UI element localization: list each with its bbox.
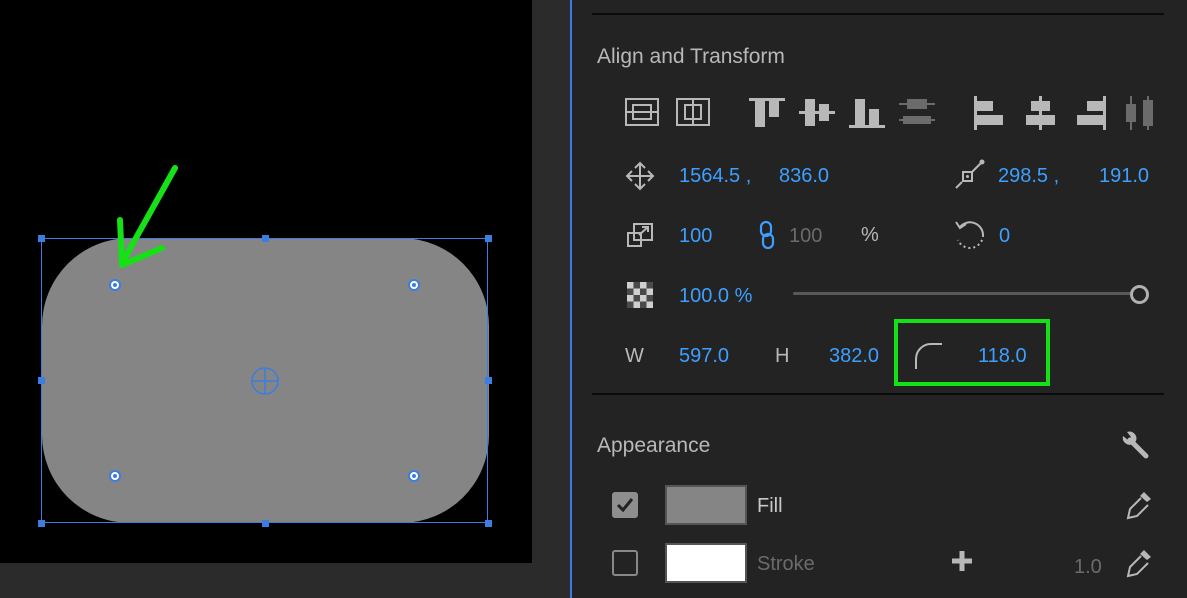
resize-handle-bottom-right[interactable] xyxy=(485,520,492,527)
resize-handle-left[interactable] xyxy=(38,377,45,384)
section-divider xyxy=(592,393,1164,395)
opacity-icon xyxy=(627,282,653,308)
align-vertical-center-icon[interactable] xyxy=(799,96,835,128)
align-transform-title: Align and Transform xyxy=(597,45,785,68)
link-icon[interactable] xyxy=(758,220,776,250)
video-canvas[interactable] xyxy=(0,0,532,563)
scale-icon xyxy=(627,223,653,247)
stroke-checkbox[interactable] xyxy=(612,550,638,576)
scale-height-value[interactable]: 100 xyxy=(789,225,822,248)
resize-handle-bottom-left[interactable] xyxy=(38,520,45,527)
opacity-slider-track[interactable] xyxy=(793,292,1135,295)
align-to-video-frame-icon[interactable] xyxy=(675,97,711,127)
scale-unit-label: % xyxy=(861,224,879,246)
resize-handle-bottom[interactable] xyxy=(262,520,269,527)
align-horizontal-center-icon[interactable] xyxy=(1022,96,1058,130)
stroke-label: Stroke xyxy=(757,553,815,575)
corner-radius-control-bottom-right[interactable] xyxy=(408,470,420,482)
rotation-value[interactable]: 0 xyxy=(999,225,1010,248)
align-top-icon[interactable] xyxy=(749,96,785,128)
width-label: W xyxy=(625,345,644,367)
essential-graphics-panel: Align and Transform 1564.5 , 836.0 298.5… xyxy=(572,0,1187,598)
height-label: H xyxy=(775,345,790,367)
move-icon xyxy=(625,161,655,191)
resize-handle-top-right[interactable] xyxy=(485,235,492,242)
resize-handle-right[interactable] xyxy=(485,377,492,384)
corner-radius-control-bottom-left[interactable] xyxy=(109,470,121,482)
position-y-value[interactable]: 836.0 xyxy=(779,165,829,188)
section-divider xyxy=(592,13,1164,15)
align-bottom-icon[interactable] xyxy=(849,96,885,128)
align-to-selection-icon[interactable] xyxy=(624,97,660,127)
opacity-slider-thumb[interactable] xyxy=(1130,285,1149,304)
opacity-value[interactable]: 100.0 % xyxy=(679,285,752,308)
distribute-horizontal-icon[interactable] xyxy=(1122,96,1158,130)
align-right-icon[interactable] xyxy=(1072,96,1108,130)
anchor-y-value[interactable]: 191.0 xyxy=(1099,165,1149,188)
program-monitor xyxy=(0,0,570,598)
fill-label: Fill xyxy=(757,495,783,517)
corner-radius-icon xyxy=(915,343,942,369)
wrench-icon[interactable] xyxy=(1120,430,1150,460)
stroke-color-swatch[interactable] xyxy=(665,543,747,583)
eyedropper-icon[interactable] xyxy=(1124,489,1154,523)
corner-radius-control-top-right[interactable] xyxy=(408,279,420,291)
appearance-title: Appearance xyxy=(597,434,711,457)
fill-color-swatch[interactable] xyxy=(665,485,747,525)
corner-radius-control-top-left[interactable] xyxy=(109,279,121,291)
width-value[interactable]: 597.0 xyxy=(679,345,729,368)
corner-radius-value[interactable]: 118.0 xyxy=(978,345,1027,368)
stroke-width-value[interactable]: 1.0 xyxy=(1074,556,1102,579)
fill-checkbox[interactable] xyxy=(612,492,638,518)
scale-width-value[interactable]: 100 xyxy=(679,225,712,248)
anchor-point-icon[interactable] xyxy=(249,365,281,397)
plus-icon[interactable] xyxy=(950,549,974,573)
anchor-point-icon xyxy=(955,159,985,189)
annotation-arrow xyxy=(117,165,178,268)
resize-handle-top[interactable] xyxy=(262,235,269,242)
align-left-icon[interactable] xyxy=(972,96,1008,130)
eyedropper-icon[interactable] xyxy=(1124,547,1154,581)
anchor-x-value[interactable]: 298.5 , xyxy=(998,165,1059,188)
distribute-vertical-icon[interactable] xyxy=(899,96,935,128)
resize-handle-top-left[interactable] xyxy=(38,235,45,242)
check-icon xyxy=(616,498,634,513)
height-value[interactable]: 382.0 xyxy=(829,345,879,368)
position-x-value[interactable]: 1564.5 , xyxy=(679,165,751,188)
rotation-icon xyxy=(955,221,984,249)
